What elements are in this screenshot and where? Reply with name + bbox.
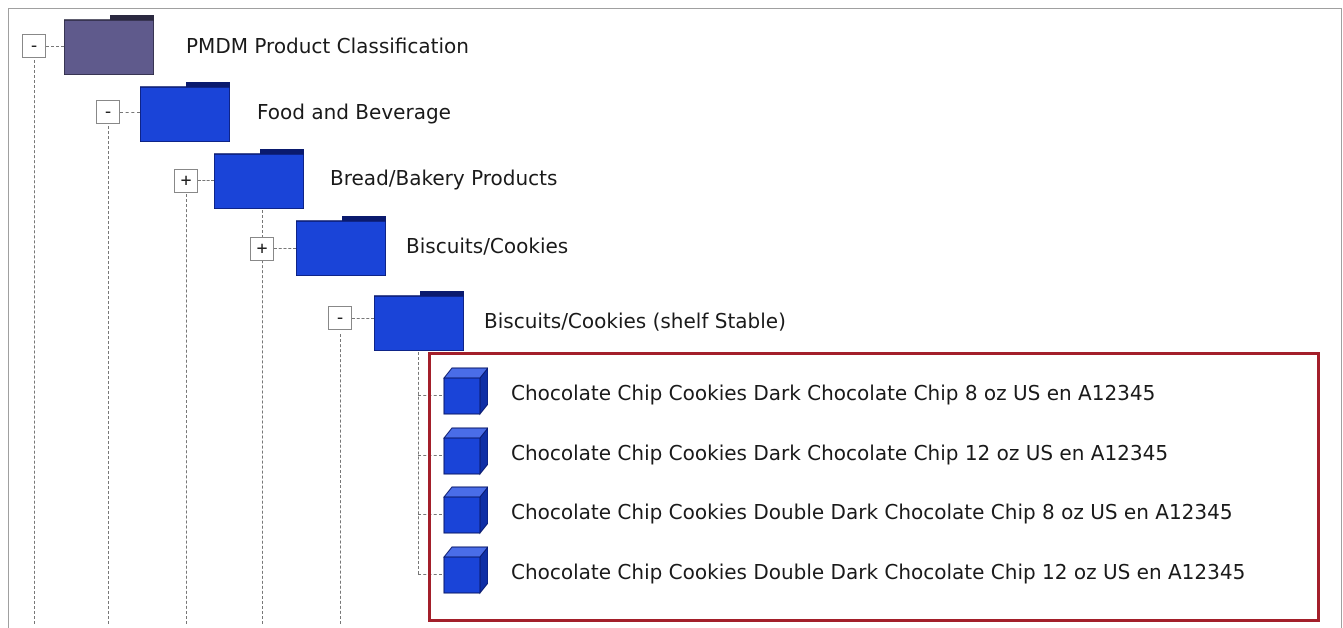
product-label[interactable]: Chocolate Chip Cookies Dark Chocolate Ch…: [511, 381, 1155, 405]
folder-icon: [374, 291, 464, 351]
folder-icon: [214, 149, 304, 209]
tree-node-label[interactable]: PMDM Product Classification: [186, 34, 469, 58]
expand-toggle[interactable]: +: [250, 237, 274, 261]
tree-connector-line: [340, 334, 341, 624]
product-cube-icon: [442, 485, 490, 535]
folder-icon: [64, 15, 154, 75]
tree-connector-line: [418, 352, 419, 574]
product-cube-icon: [442, 545, 490, 595]
tree-connector-line: [352, 318, 374, 319]
folder-icon: [140, 82, 230, 142]
collapse-toggle[interactable]: -: [96, 100, 120, 124]
tree-node-label[interactable]: Biscuits/Cookies: [406, 234, 568, 258]
product-cube-icon: [442, 426, 490, 476]
collapse-toggle[interactable]: -: [328, 306, 352, 330]
tree-connector-line: [186, 194, 187, 624]
tree-node-label[interactable]: Bread/Bakery Products: [330, 166, 557, 190]
tree-connector-line: [274, 248, 296, 249]
product-cube-icon: [442, 366, 490, 416]
collapse-toggle[interactable]: -: [22, 34, 46, 58]
tree-connector-line: [262, 210, 263, 624]
tree-connector-line: [46, 46, 64, 47]
tree-connector-line: [34, 60, 35, 624]
product-label[interactable]: Chocolate Chip Cookies Double Dark Choco…: [511, 500, 1233, 524]
tree-connector-line: [198, 180, 214, 181]
product-label[interactable]: Chocolate Chip Cookies Double Dark Choco…: [511, 560, 1245, 584]
tree-connector-line: [108, 126, 109, 624]
expand-toggle[interactable]: +: [174, 169, 198, 193]
tree-node-label[interactable]: Biscuits/Cookies (shelf Stable): [484, 309, 786, 333]
product-label[interactable]: Chocolate Chip Cookies Dark Chocolate Ch…: [511, 441, 1168, 465]
folder-icon: [296, 216, 386, 276]
tree-node-label[interactable]: Food and Beverage: [257, 100, 451, 124]
tree-connector-line: [120, 112, 140, 113]
